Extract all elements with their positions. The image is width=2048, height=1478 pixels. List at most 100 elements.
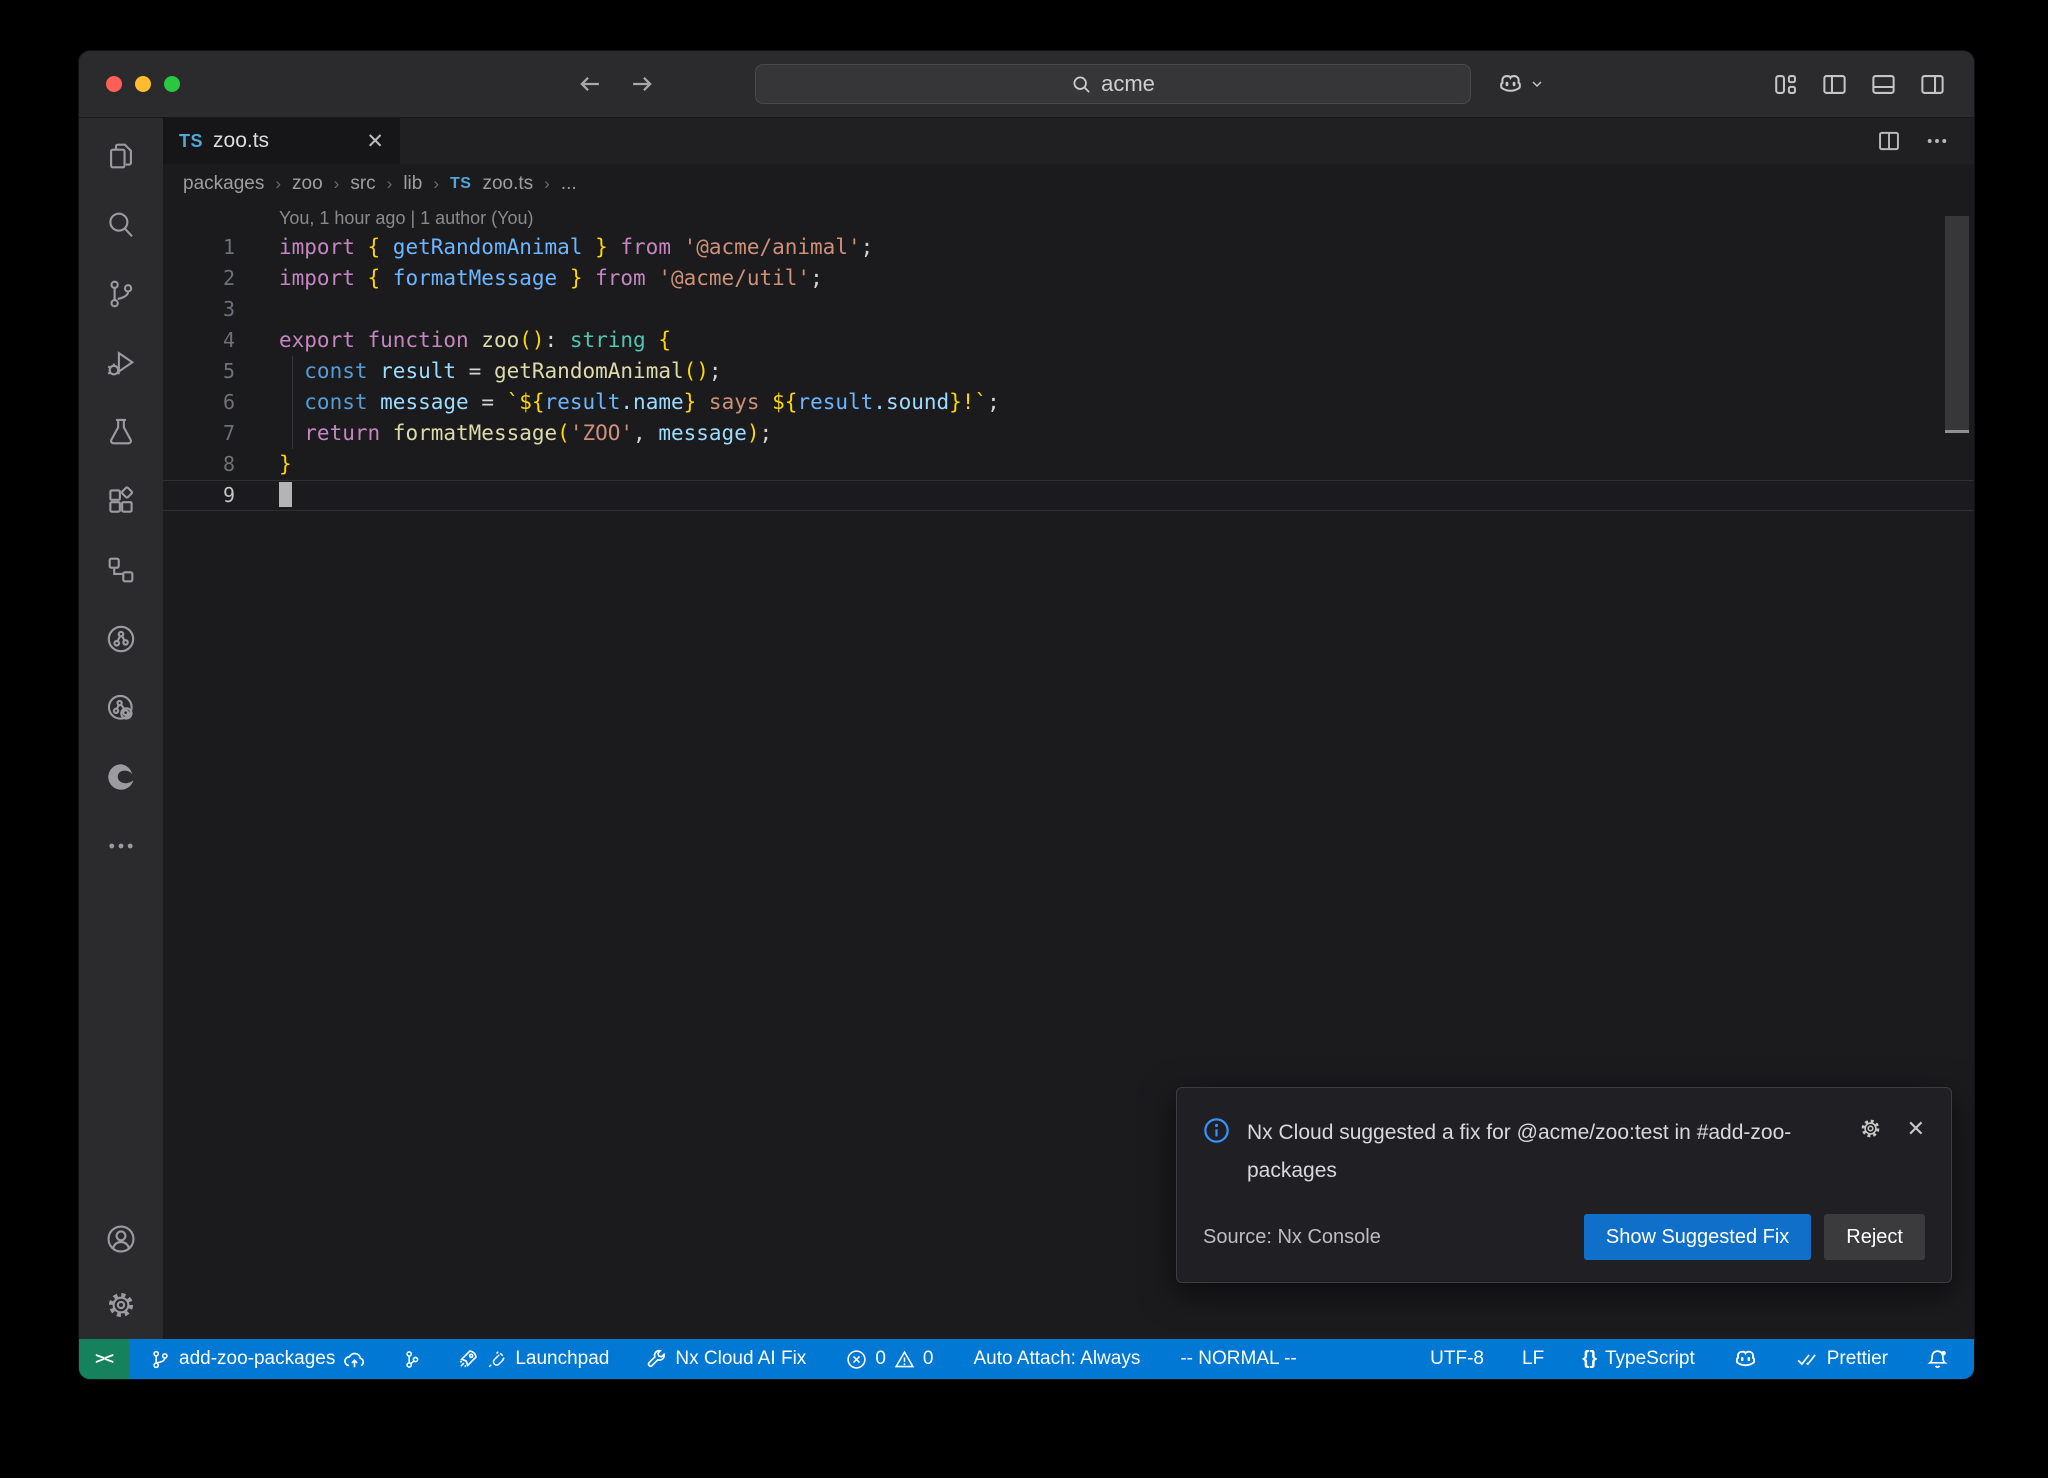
problems-status-item[interactable]: 0 0 — [835, 1339, 944, 1379]
line-number: 3 — [163, 294, 235, 325]
nx-cloud-ai-fix-item[interactable]: Nx Cloud AI Fix — [634, 1339, 817, 1379]
plug-icon — [487, 1349, 507, 1369]
braces-icon: {} — [1582, 1348, 1597, 1370]
code-text — [235, 480, 292, 511]
copilot-status-item[interactable] — [1722, 1339, 1769, 1379]
nx-console-icon[interactable] — [103, 621, 139, 657]
line-number: 7 — [163, 418, 235, 449]
code-text: export function zoo(): string { — [235, 325, 671, 356]
back-arrow-icon[interactable] — [577, 71, 603, 97]
search-value: acme — [1101, 71, 1155, 97]
vim-mode-label: -- NORMAL -- — [1180, 1348, 1296, 1370]
project-graph-icon[interactable] — [103, 552, 139, 588]
language-mode-item[interactable]: {} TypeScript — [1571, 1339, 1706, 1379]
breadcrumb-item[interactable]: src — [350, 173, 375, 195]
eol-item[interactable]: LF — [1511, 1339, 1555, 1379]
minimize-window-button[interactable] — [135, 76, 151, 92]
chevron-down-icon[interactable] — [1529, 76, 1545, 92]
code-line[interactable]: 9 — [163, 480, 1974, 511]
warning-count: 0 — [923, 1348, 934, 1370]
source-control-graph-item[interactable] — [389, 1339, 432, 1379]
forward-arrow-icon[interactable] — [629, 71, 655, 97]
explorer-icon[interactable] — [103, 138, 139, 174]
cloud-upload-icon — [343, 1348, 366, 1371]
overview-ruler-cursor-marker — [1945, 430, 1969, 433]
activity-bar — [79, 118, 163, 1339]
search-view-icon[interactable] — [103, 207, 139, 243]
line-number: 1 — [163, 232, 235, 263]
edge-tools-icon[interactable] — [103, 759, 139, 795]
line-number: 9 — [163, 480, 235, 511]
code-line[interactable]: 2import { formatMessage } from '@acme/ut… — [163, 263, 1974, 294]
status-bar: >< add-zoo-packages — [79, 1339, 1974, 1379]
code-text: return formatMessage('ZOO', message); — [235, 418, 772, 449]
encoding-item[interactable]: UTF-8 — [1419, 1339, 1495, 1379]
extensions-icon[interactable] — [103, 483, 139, 519]
tab-label: zoo.ts — [213, 129, 269, 153]
tab-close-icon[interactable]: ✕ — [366, 131, 384, 152]
code-line[interactable]: 3 — [163, 294, 1974, 325]
toggle-panel-icon[interactable] — [1870, 71, 1897, 98]
code-line[interactable]: 5 const result = getRandomAnimal(); — [163, 356, 1974, 387]
line-number: 8 — [163, 449, 235, 480]
bell-dot-icon — [1926, 1348, 1949, 1371]
toggle-sidebar-right-icon[interactable] — [1919, 71, 1946, 98]
run-debug-icon[interactable] — [103, 345, 139, 381]
error-count: 0 — [875, 1348, 886, 1370]
zoom-window-button[interactable] — [164, 76, 180, 92]
scrollbar-slider[interactable] — [1945, 216, 1969, 432]
reject-button[interactable]: Reject — [1824, 1214, 1925, 1260]
breadcrumb-file[interactable]: zoo.ts — [482, 173, 533, 195]
double-check-icon — [1796, 1348, 1819, 1371]
title-bar: acme — [79, 51, 1974, 118]
close-window-button[interactable] — [106, 76, 122, 92]
code-line[interactable]: 8} — [163, 449, 1974, 480]
code-line[interactable]: 1import { getRandomAnimal } from '@acme/… — [163, 232, 1974, 263]
typescript-file-icon: TS — [179, 131, 203, 152]
remote-indicator[interactable]: >< — [79, 1339, 129, 1379]
breadcrumb-separator: › — [387, 174, 393, 194]
breadcrumb-item[interactable]: zoo — [292, 173, 323, 195]
vim-mode-item[interactable]: -- NORMAL -- — [1169, 1339, 1307, 1379]
window-controls — [106, 76, 180, 92]
show-suggested-fix-button[interactable]: Show Suggested Fix — [1584, 1214, 1811, 1260]
branch-status-item[interactable]: add-zoo-packages — [139, 1339, 377, 1379]
branch-name: add-zoo-packages — [179, 1348, 335, 1370]
launchpad-status-item[interactable]: Launchpad — [446, 1339, 620, 1379]
launchpad-label: Launchpad — [515, 1348, 609, 1370]
testing-icon[interactable] — [103, 414, 139, 450]
line-number: 4 — [163, 325, 235, 356]
source-control-icon[interactable] — [103, 276, 139, 312]
additional-views-icon[interactable] — [103, 828, 139, 864]
more-actions-icon[interactable] — [1924, 128, 1950, 154]
formatter-item[interactable]: Prettier — [1785, 1339, 1899, 1379]
nx-cloud-inspect-icon[interactable] — [103, 690, 139, 726]
code-line[interactable]: 7 return formatMessage('ZOO', message); — [163, 418, 1974, 449]
notification-close-icon[interactable]: ✕ — [1907, 1118, 1925, 1140]
customize-layout-icon[interactable] — [1772, 71, 1799, 98]
code-text: import { getRandomAnimal } from '@acme/a… — [235, 232, 873, 263]
line-number: 6 — [163, 387, 235, 418]
accounts-icon[interactable] — [103, 1221, 139, 1257]
encoding-label: UTF-8 — [1430, 1348, 1484, 1370]
split-editor-icon[interactable] — [1876, 128, 1902, 154]
breadcrumb-item[interactable]: lib — [403, 173, 422, 195]
code-line[interactable]: 6 const message = `${result.name} says $… — [163, 387, 1974, 418]
notifications-bell-item[interactable] — [1915, 1339, 1960, 1379]
command-center-search[interactable]: acme — [755, 64, 1471, 104]
info-icon — [1203, 1117, 1230, 1144]
toggle-sidebar-left-icon[interactable] — [1821, 71, 1848, 98]
code-text: import { formatMessage } from '@acme/uti… — [235, 263, 823, 294]
notification-settings-gear-icon[interactable] — [1858, 1116, 1883, 1141]
breadcrumb-item[interactable]: packages — [183, 173, 264, 195]
code-line[interactable]: 4export function zoo(): string { — [163, 325, 1974, 356]
auto-attach-item[interactable]: Auto Attach: Always — [962, 1339, 1151, 1379]
settings-gear-icon[interactable] — [103, 1287, 139, 1323]
tab-zoo-ts[interactable]: TS zoo.ts ✕ — [163, 118, 400, 164]
copilot-icon[interactable] — [1497, 71, 1524, 98]
breadcrumb-separator: › — [275, 174, 281, 194]
line-number: 5 — [163, 356, 235, 387]
gitlens-blame-annotation: You, 1 hour ago | 1 author (You) — [279, 204, 1974, 232]
breadcrumb-more[interactable]: ... — [561, 173, 577, 195]
code-text — [235, 294, 279, 325]
